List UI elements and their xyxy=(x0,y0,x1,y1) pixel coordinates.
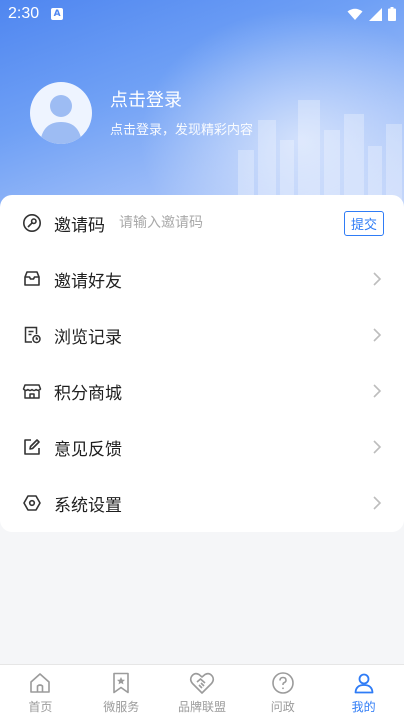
menu-item-label: 系统设置 xyxy=(54,495,122,516)
avatar[interactable] xyxy=(30,82,92,144)
invite-code-row: 邀请码 提交 xyxy=(0,195,404,251)
tab-home[interactable]: 首页 xyxy=(0,665,81,720)
status-notification-badge: A xyxy=(51,8,64,20)
status-bar: 2:30 A xyxy=(0,0,404,28)
tab-label: 问政 xyxy=(270,700,295,714)
chevron-right-icon xyxy=(370,272,384,286)
menu-item-history[interactable]: 浏览记录 xyxy=(0,307,404,363)
settings-hex-icon xyxy=(22,493,42,513)
status-icons xyxy=(347,7,396,21)
user-icon xyxy=(351,670,377,696)
key-icon xyxy=(22,213,42,233)
edit-icon xyxy=(22,437,42,457)
cityscape-decoration xyxy=(238,100,402,200)
login-prompt[interactable]: 点击登录 点击登录，发现精彩内容 xyxy=(30,82,253,144)
invite-code-label: 邀请码 xyxy=(54,215,105,236)
menu-item-feedback[interactable]: 意见反馈 xyxy=(0,419,404,475)
chevron-right-icon xyxy=(370,328,384,342)
handshake-heart-icon xyxy=(189,670,215,696)
login-title[interactable]: 点击登录 xyxy=(110,89,253,113)
tab-label: 品牌联盟 xyxy=(177,700,226,714)
menu-item-points-mall[interactable]: 积分商城 xyxy=(0,363,404,419)
tab-label: 我的 xyxy=(351,700,376,714)
chevron-right-icon xyxy=(370,496,384,510)
submit-button[interactable]: 提交 xyxy=(343,210,384,236)
history-doc-icon xyxy=(22,325,42,345)
signal-icon xyxy=(369,7,382,21)
battery-icon xyxy=(388,7,396,21)
menu-item-label: 意见反馈 xyxy=(54,439,122,460)
menu-card: 邀请码 提交 邀请好友 浏览记录 xyxy=(0,195,404,532)
tab-label: 微服务 xyxy=(103,700,140,714)
chevron-right-icon xyxy=(370,440,384,454)
bottom-tab-bar: 首页 微服务 品牌联盟 问政 我的 xyxy=(0,664,404,720)
question-icon xyxy=(270,670,296,696)
tab-ask-government[interactable]: 问政 xyxy=(242,665,323,720)
invite-code-input[interactable] xyxy=(119,215,319,231)
tab-label: 首页 xyxy=(28,700,53,714)
menu-item-settings[interactable]: 系统设置 xyxy=(0,475,404,531)
chevron-right-icon xyxy=(370,384,384,398)
status-time: 2:30 xyxy=(8,5,40,22)
menu-item-invite-friends[interactable]: 邀请好友 xyxy=(0,251,404,307)
wifi-icon xyxy=(347,8,363,20)
envelope-icon xyxy=(22,269,42,289)
home-icon xyxy=(27,670,53,696)
tab-brand-alliance[interactable]: 品牌联盟 xyxy=(162,665,243,720)
login-subtitle: 点击登录，发现精彩内容 xyxy=(110,122,254,138)
default-avatar-icon xyxy=(40,95,82,144)
store-icon xyxy=(22,381,42,401)
menu-item-label: 积分商城 xyxy=(54,383,122,404)
bookmark-star-icon xyxy=(108,670,134,696)
menu-item-label: 邀请好友 xyxy=(54,271,122,292)
tab-micro-services[interactable]: 微服务 xyxy=(81,665,162,720)
tab-mine[interactable]: 我的 xyxy=(323,665,404,720)
menu-item-label: 浏览记录 xyxy=(54,327,122,348)
